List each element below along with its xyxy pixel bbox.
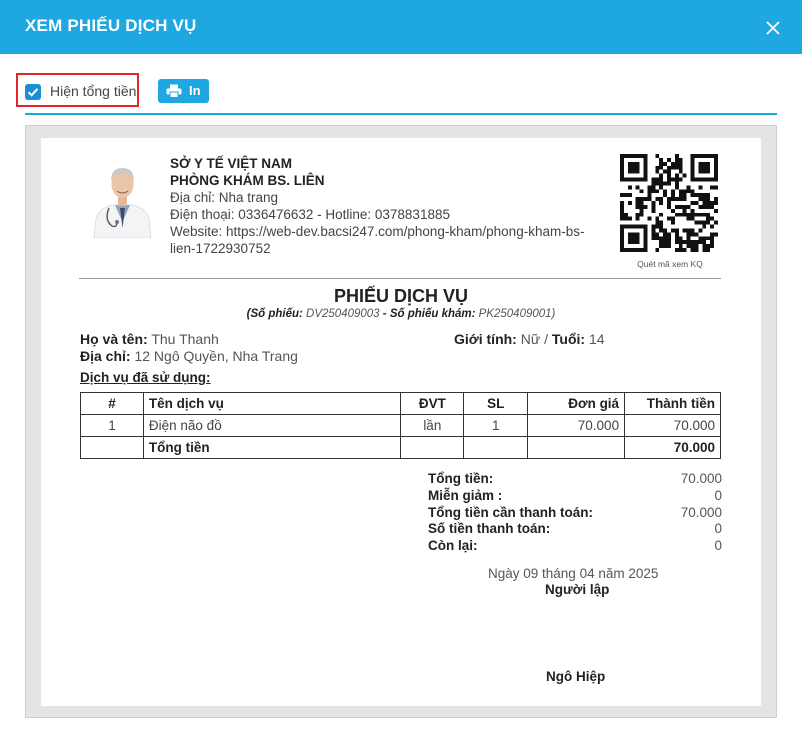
clinic-website: Website: https://web-dev.bacsi247.com/ph… xyxy=(170,224,585,239)
clinic-dept: SỞ Y TẾ VIỆT NAM xyxy=(170,156,293,171)
total-row-label: Tổng tiền xyxy=(142,436,402,459)
show-total-toggle[interactable]: Hiện tổng tiền xyxy=(16,73,139,107)
total-row-empty-qty xyxy=(463,436,529,459)
service-slip: SỞ Y TẾ VIỆT NAM PHÒNG KHÁM BS. LIÊN Địa… xyxy=(41,138,761,706)
gender-age-separator: / xyxy=(544,331,548,347)
signer-name: Ngô Hiệp xyxy=(546,669,606,684)
gender-label: Giới tính: xyxy=(454,331,517,347)
total-row-empty-no xyxy=(80,436,144,459)
clinic-address: Địa chỉ: Nha trang xyxy=(170,190,279,205)
col-header-unit: ĐVT xyxy=(400,392,465,415)
clinic-info: SỞ Y TẾ VIỆT NAM PHÒNG KHÁM BS. LIÊN Địa… xyxy=(170,155,584,257)
summary-label: Tổng tiền cần thanh toán: xyxy=(428,504,593,520)
row-service-name: Điện não đồ xyxy=(142,414,402,437)
patient-gender-age-row: Giới tính: Nữ / Tuổi: 14 xyxy=(454,331,605,347)
summary-row: Miễn giảm : 0 xyxy=(428,488,722,505)
col-header-price: Đơn giá xyxy=(527,392,626,415)
document-subtitle: (Số phiếu: DV250409003 - Số phiếu khám: … xyxy=(41,308,761,320)
patient-address-row: Địa chỉ: 12 Ngô Quyền, Nha Trang xyxy=(80,348,298,364)
slip-no-label: (Số phiếu: xyxy=(246,308,303,320)
col-header-name: Tên dịch vụ xyxy=(142,392,402,415)
summary-row: Tổng tiền: 70.000 xyxy=(428,471,722,488)
row-total: 70.000 xyxy=(624,414,721,437)
exam-no: PK250409001) xyxy=(478,308,556,320)
age-label: Tuổi: xyxy=(551,331,586,347)
table-total-row: Tổng tiền 70.000 xyxy=(80,436,721,459)
close-icon[interactable] xyxy=(765,20,781,36)
table-row: 1 Điện não đồ lần 1 70.000 70.000 xyxy=(80,414,721,437)
row-qty: 1 xyxy=(463,414,529,437)
payment-summary: Tổng tiền: 70.000 Miễn giảm : 0 Tổng tiền … xyxy=(428,471,722,555)
total-row-empty-unit xyxy=(400,436,465,459)
summary-row: Tổng tiền cần thanh toán: 70.000 xyxy=(428,505,722,522)
summary-label: Số tiền thanh toán: xyxy=(428,521,551,537)
row-unit: lần xyxy=(400,414,465,437)
slip-no: DV250409003 xyxy=(306,308,380,320)
doctor-avatar xyxy=(90,156,155,238)
patient-name-row: Họ và tên: Thu Thanh xyxy=(80,331,219,347)
patient-name-label: Họ và tên: xyxy=(80,331,148,347)
qr-caption: Quét mã xem KQ xyxy=(637,259,703,269)
summary-row: Số tiền thanh toán: 0 xyxy=(428,521,722,538)
summary-value: 0 xyxy=(714,521,722,537)
exam-no-label: Số phiếu khám: xyxy=(389,308,476,320)
col-header-qty: SL xyxy=(463,392,529,415)
clinic-website-cont: lien-1722930752 xyxy=(170,241,271,256)
printer-icon xyxy=(166,84,182,98)
total-row-empty-price xyxy=(527,436,626,459)
col-header-total: Thành tiền xyxy=(624,392,721,415)
patient-address: 12 Ngô Quyền, Nha Trang xyxy=(134,348,298,364)
services-title: Dịch vụ đã sử dụng: xyxy=(80,370,211,385)
gender-value: Nữ xyxy=(520,331,541,347)
col-header-no: # xyxy=(80,392,144,415)
row-no: 1 xyxy=(80,414,144,437)
summary-value: 70.000 xyxy=(680,504,722,520)
summary-value: 0 xyxy=(714,538,722,554)
document-title: PHIẾU DỊCH VỤ xyxy=(333,286,468,306)
table-header-row: # Tên dịch vụ ĐVT SL Đơn giá Thành tiền xyxy=(80,392,721,415)
print-button[interactable]: In xyxy=(158,79,209,103)
modal-title: XEM PHIẾU DỊCH VỤ xyxy=(25,16,197,35)
issue-date: Ngày 09 tháng 04 năm 2025 xyxy=(488,566,659,581)
toolbar-divider xyxy=(25,113,777,115)
patient-address-label: Địa chỉ: xyxy=(80,348,131,364)
row-price: 70.000 xyxy=(527,414,626,437)
show-total-checkbox[interactable] xyxy=(25,84,41,100)
summary-value: 70.000 xyxy=(680,471,722,486)
summary-label: Tổng tiền: xyxy=(428,471,494,486)
clinic-phone: Điện thoại: 0336476632 - Hotline: 037883… xyxy=(170,207,450,222)
clinic-name: PHÒNG KHÁM BS. LIÊN xyxy=(170,173,325,188)
total-row-value: 70.000 xyxy=(624,436,721,459)
modal-header: XEM PHIẾU DỊCH VỤ xyxy=(0,0,802,54)
slip-sep: - xyxy=(382,308,387,320)
qr-code xyxy=(620,154,718,252)
header-rule xyxy=(79,278,721,279)
age-value: 14 xyxy=(588,331,605,347)
checkmark-icon xyxy=(27,88,39,97)
services-table: # Tên dịch vụ ĐVT SL Đơn giá Thành tiền … xyxy=(80,392,721,459)
print-label: In xyxy=(189,83,201,98)
summary-label: Miễn giảm : xyxy=(428,487,503,503)
patient-name: Thu Thanh xyxy=(151,331,219,347)
signer-role: Người lập xyxy=(545,582,610,597)
show-total-label: Hiện tổng tiền xyxy=(50,83,137,99)
summary-label: Còn lại: xyxy=(428,538,478,554)
summary-row: Còn lại: 0 xyxy=(428,538,722,555)
summary-value: 0 xyxy=(714,487,722,503)
